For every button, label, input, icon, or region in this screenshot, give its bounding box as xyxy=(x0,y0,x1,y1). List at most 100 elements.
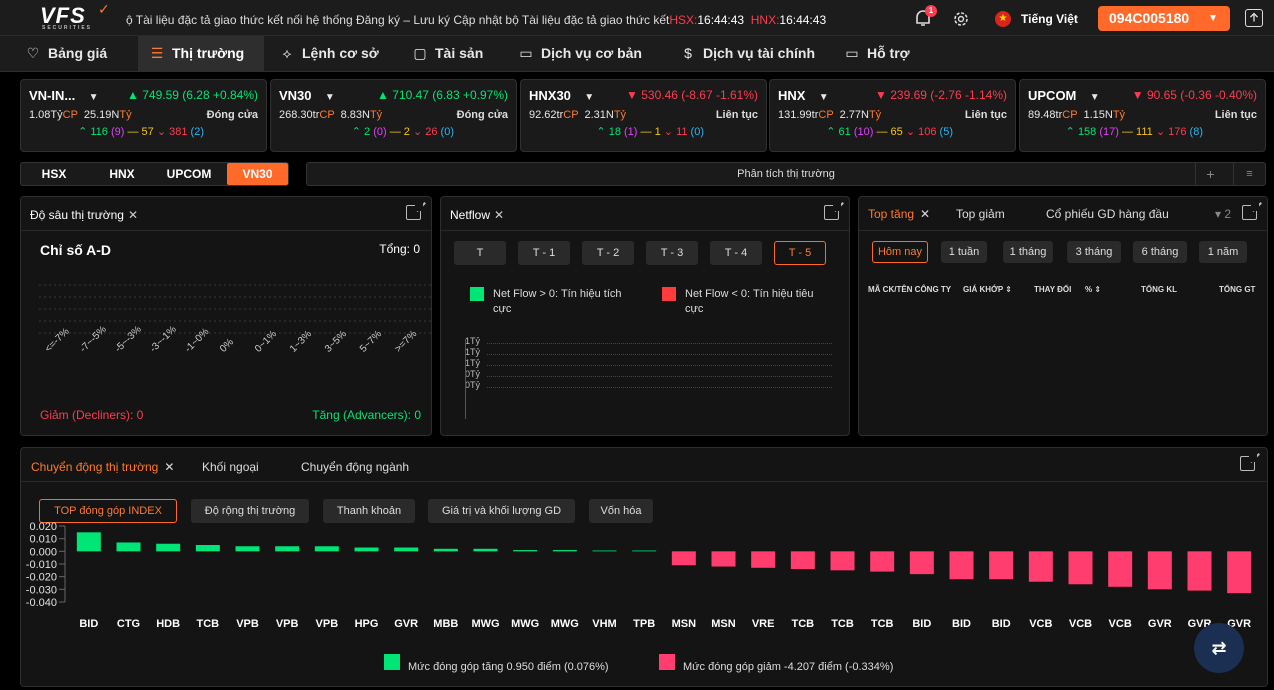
more-tabs[interactable]: ▾ 2 xyxy=(1215,207,1231,221)
x-tick-label: HPG xyxy=(355,618,379,630)
nav-lenh-co-so[interactable]: ⟡ Lệnh cơ sở xyxy=(278,36,398,72)
contribution-bar[interactable] xyxy=(1068,551,1093,585)
contribution-bar[interactable] xyxy=(116,542,141,552)
contribution-bar[interactable] xyxy=(949,551,974,580)
contribution-bar[interactable] xyxy=(870,551,895,572)
close-icon[interactable]: ✕ xyxy=(128,208,138,222)
period-1-month[interactable]: 1 tháng xyxy=(1003,241,1053,263)
account-dropdown[interactable]: 094C005180 ▼ xyxy=(1098,6,1230,31)
close-icon[interactable]: ✕ xyxy=(494,208,504,222)
x-tick-label: TCB xyxy=(831,618,854,630)
tab-hnx[interactable]: HNX xyxy=(97,163,147,185)
unchanged-icon: — xyxy=(1121,126,1133,138)
expand-icon[interactable] xyxy=(824,202,844,220)
contribution-bar[interactable] xyxy=(275,546,300,552)
contribution-bar[interactable] xyxy=(989,551,1014,580)
period-1-week[interactable]: 1 tuần xyxy=(941,241,987,263)
contribution-bar[interactable] xyxy=(1227,551,1252,594)
contribution-bar[interactable] xyxy=(632,550,657,552)
contribution-bar[interactable] xyxy=(909,551,934,575)
netflow-t-button[interactable]: T xyxy=(454,241,506,265)
add-icon[interactable]: + xyxy=(1195,163,1225,185)
chevron-down-icon[interactable]: ▼ xyxy=(325,92,335,103)
netflow-t5-button[interactable]: T - 5 xyxy=(774,241,826,265)
tab-top-tang[interactable]: Top tăng ✕ xyxy=(868,207,930,221)
chevron-down-icon[interactable]: ▼ xyxy=(584,92,594,103)
period-3-month[interactable]: 3 tháng xyxy=(1067,241,1121,263)
chevron-down-icon[interactable]: ▼ xyxy=(819,92,829,103)
nav-thi-truong[interactable]: ☰ Thị trường xyxy=(138,36,264,72)
netflow-positive-swatch xyxy=(470,287,484,301)
contribution-bar[interactable] xyxy=(433,548,458,552)
list-icon[interactable]: ≡ xyxy=(1233,163,1265,185)
tab-hsx[interactable]: HSX xyxy=(29,163,79,185)
netflow-t3-button[interactable]: T - 3 xyxy=(646,241,698,265)
period-today[interactable]: Hôm nay xyxy=(872,241,928,263)
account-number: 094C005180 xyxy=(1109,10,1190,26)
contribution-bar[interactable] xyxy=(592,550,617,552)
contribution-bar[interactable] xyxy=(552,550,577,552)
contribution-bar[interactable] xyxy=(671,551,696,566)
contribution-bar[interactable] xyxy=(473,548,498,552)
nav-bang-gia[interactable]: ♡ Bảng giá xyxy=(24,36,124,72)
nav-dich-vu-tai-chinh[interactable]: $ Dịch vụ tài chính xyxy=(679,36,839,72)
contribution-bar[interactable] xyxy=(1187,551,1212,591)
contribution-bar[interactable] xyxy=(195,545,220,552)
col-total-value[interactable]: TỔNG GT xyxy=(1219,285,1255,294)
decline-icon: ⌄ xyxy=(663,126,673,138)
index-card[interactable]: HNX ▼ ▼ 239.69 (-2.76 -1.14%) 131.99trCP… xyxy=(769,79,1016,152)
chevron-down-icon[interactable]: ▼ xyxy=(89,92,99,103)
contribution-bar[interactable] xyxy=(314,546,339,552)
contribution-bar[interactable] xyxy=(790,551,815,570)
nav-dich-vu-co-ban[interactable]: ▭ Dịch vụ cơ bản xyxy=(517,36,667,72)
contribution-bar[interactable] xyxy=(751,551,776,568)
nav-ho-tro[interactable]: ▭ Hỗ trợ xyxy=(843,36,933,72)
swap-fab-button[interactable]: ⇄ xyxy=(1194,623,1244,673)
contribution-bar[interactable] xyxy=(76,532,101,552)
col-change[interactable]: THAY ĐỔI xyxy=(1034,285,1071,294)
period-6-month[interactable]: 6 tháng xyxy=(1133,241,1187,263)
netflow-t4-button[interactable]: T - 4 xyxy=(710,241,762,265)
news-ticker[interactable]: ộ Tài liệu đặc tả giao thức kết nối hệ t… xyxy=(126,13,826,27)
language-selector[interactable]: Tiếng Việt xyxy=(1021,12,1078,26)
col-match-price[interactable]: GIÁ KHỚP ⇕ xyxy=(963,285,1012,294)
col-symbol[interactable]: MÃ CK/TÊN CÔNG TY xyxy=(868,285,951,294)
period-1-year[interactable]: 1 năm xyxy=(1199,241,1247,263)
contribution-bar[interactable] xyxy=(1147,551,1172,590)
contribution-bar[interactable] xyxy=(156,543,181,552)
contribution-bar[interactable] xyxy=(394,547,419,552)
tab-top-giam[interactable]: Top giảm xyxy=(956,207,1005,221)
contribution-bar[interactable] xyxy=(830,551,855,571)
index-card[interactable]: VN30 ▼ ▲ 710.47 (6.83 +0.97%) 268.30trCP… xyxy=(270,79,517,152)
index-card[interactable]: UPCOM ▼ ▼ 90.65 (-0.36 -0.40%) 89.48trCP… xyxy=(1019,79,1266,152)
expand-icon[interactable] xyxy=(1242,202,1262,220)
tab-top-traded[interactable]: Cổ phiếu GD hàng đầu xyxy=(1046,207,1169,221)
contribution-bar[interactable] xyxy=(711,551,736,567)
market-analysis-bar[interactable]: Phân tích thị trường + ≡ xyxy=(306,162,1266,186)
tab-upcom[interactable]: UPCOM xyxy=(157,163,221,185)
chevron-down-icon[interactable]: ▼ xyxy=(1090,92,1100,103)
upload-icon[interactable] xyxy=(1245,9,1263,27)
netflow-t1-button[interactable]: T - 1 xyxy=(518,241,570,265)
vfs-logo[interactable]: VFS ✓ SECURITIES xyxy=(40,1,120,31)
contribution-bar[interactable] xyxy=(354,547,379,552)
close-icon[interactable]: ✕ xyxy=(920,207,930,221)
contribution-bar[interactable] xyxy=(1028,551,1053,582)
tab-vn30[interactable]: VN30 xyxy=(227,163,288,185)
ceiling-count: (0) xyxy=(373,126,387,138)
contribution-bar[interactable] xyxy=(235,546,260,552)
index-card[interactable]: HNX30 ▼ ▼ 530.46 (-8.67 -1.61%) 92.62trC… xyxy=(520,79,767,152)
expand-icon[interactable] xyxy=(406,202,426,220)
gear-icon[interactable] xyxy=(952,10,970,28)
contribution-bar[interactable] xyxy=(1108,551,1133,587)
col-total-volume[interactable]: TỔNG KL xyxy=(1141,285,1177,294)
netflow-t2-button[interactable]: T - 2 xyxy=(582,241,634,265)
col-percent[interactable]: % ⇕ xyxy=(1085,285,1101,294)
hsx-time: 16:44:43 xyxy=(697,13,745,27)
advance-icon: ⌃ xyxy=(826,126,836,138)
x-tick-label: BID xyxy=(912,618,931,630)
contribution-bar[interactable] xyxy=(513,550,538,552)
nav-label: Tài sản xyxy=(435,45,484,61)
nav-tai-san[interactable]: ▢ Tài sản xyxy=(411,36,506,72)
index-card[interactable]: VN-IN... ▼ ▲ 749.59 (6.28 +0.84%) 1.08Tỷ… xyxy=(20,79,267,152)
